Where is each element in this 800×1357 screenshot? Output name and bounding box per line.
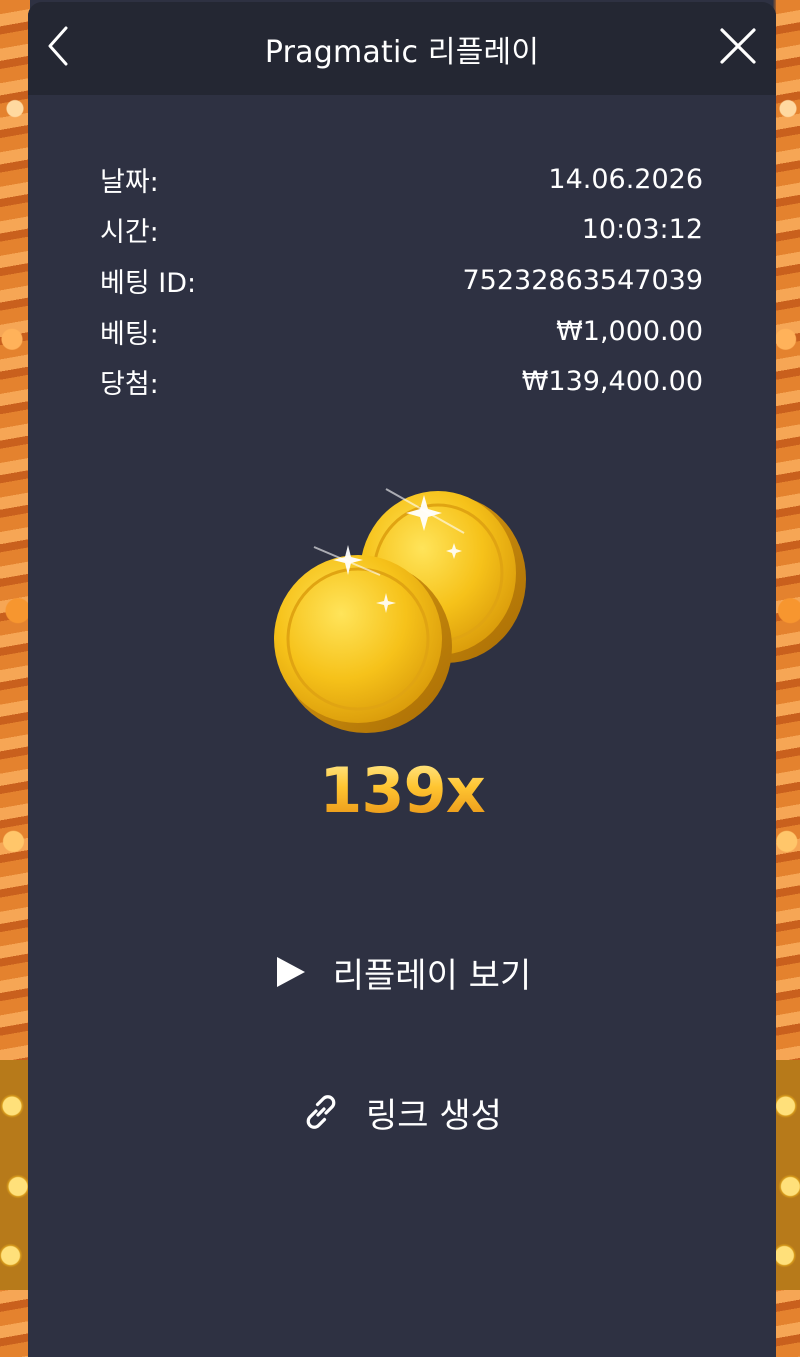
detail-row-bet-id: 베팅 ID: 75232863547039: [100, 255, 703, 306]
watch-replay-button[interactable]: 리플레이 보기: [28, 942, 776, 1002]
create-link-label: 링크 생성: [366, 1095, 502, 1136]
link-icon: [302, 1093, 340, 1131]
dialog-title: Pragmatic 리플레이: [264, 34, 540, 70]
win-multiplier: 139x: [28, 754, 776, 827]
detail-row-date: 날짜: 14.06.2026: [100, 154, 703, 205]
bet-id-label: 베팅 ID:: [100, 267, 197, 299]
close-button[interactable]: [718, 28, 758, 68]
close-icon: [719, 27, 757, 69]
chevron-left-icon: [47, 26, 69, 70]
play-icon: [273, 955, 307, 989]
bet-value: ₩1,000.00: [556, 315, 703, 347]
win-value: ₩139,400.00: [521, 366, 703, 398]
create-link-button[interactable]: 링크 생성: [28, 1082, 776, 1142]
time-value: 10:03:12: [581, 214, 703, 246]
gold-coins-icon: [268, 467, 548, 747]
date-value: 14.06.2026: [548, 163, 703, 195]
detail-row-bet: 베팅: ₩1,000.00: [100, 306, 703, 357]
time-label: 시간:: [100, 217, 159, 249]
replay-dialog: Pragmatic 리플레이 날짜: 14.06.2026 시간: 10:03:…: [28, 2, 776, 1357]
watch-replay-label: 리플레이 보기: [332, 955, 532, 996]
detail-row-win: 당첨: ₩139,400.00: [100, 356, 703, 407]
detail-row-time: 시간: 10:03:12: [100, 205, 703, 256]
background-coins-left: [0, 1060, 30, 1290]
background-coins-right: [776, 1060, 800, 1290]
win-label: 당첨:: [100, 369, 159, 401]
bet-details: 날짜: 14.06.2026 시간: 10:03:12 베팅 ID: 75232…: [100, 154, 703, 407]
bet-id-value: 75232863547039: [462, 264, 704, 296]
bet-label: 베팅:: [100, 318, 159, 350]
dialog-header: Pragmatic 리플레이: [28, 2, 776, 95]
back-button[interactable]: [42, 26, 74, 70]
date-label: 날짜:: [100, 166, 159, 198]
